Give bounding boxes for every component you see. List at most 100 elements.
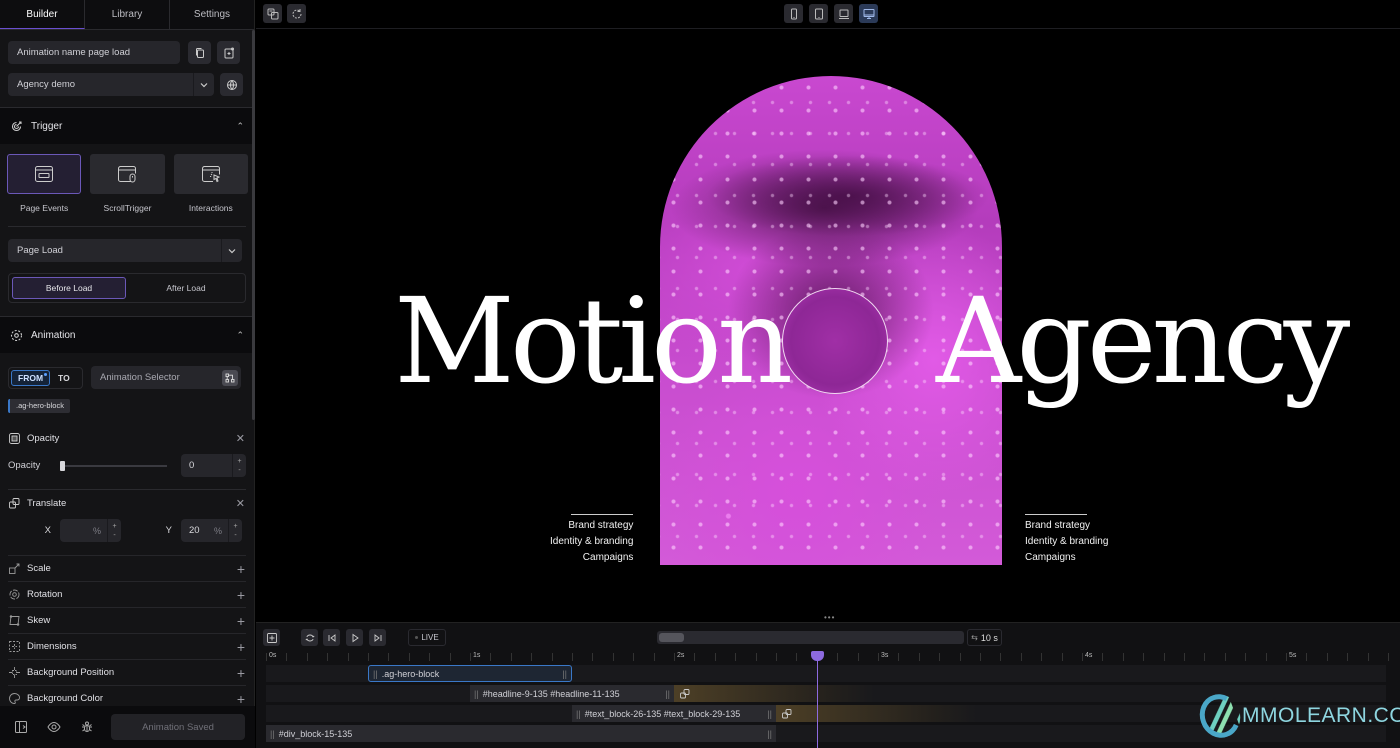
add-icon[interactable]: + (237, 691, 245, 707)
property-scale[interactable]: Scale + (8, 555, 246, 581)
preview-button[interactable] (43, 716, 65, 738)
browser-scroll-icon (118, 166, 137, 183)
service-item: Identity & branding (1025, 536, 1109, 547)
from-option[interactable]: FROM (11, 369, 51, 386)
skip-back-button[interactable] (323, 629, 340, 646)
property-skew[interactable]: Skew + (8, 607, 246, 633)
tab-library[interactable]: Library (85, 0, 170, 29)
playhead[interactable] (810, 651, 824, 748)
timeline-zoom-scrollbar[interactable] (657, 631, 964, 644)
add-icon[interactable]: + (237, 639, 245, 655)
skip-forward-button[interactable] (369, 629, 386, 646)
selector-picker-button[interactable] (222, 369, 238, 386)
add-track-button[interactable] (263, 629, 280, 646)
translate-x-stepper[interactable]: % + - (60, 519, 121, 542)
opacity-icon (9, 433, 20, 444)
add-icon[interactable]: + (237, 613, 245, 629)
increment-icon[interactable]: + (112, 522, 116, 531)
ruler-tick (1102, 653, 1104, 661)
duplicate-button[interactable] (188, 41, 211, 64)
translate-y-value[interactable]: 20 (181, 519, 214, 542)
trigger-interactions[interactable]: Interactions (173, 154, 248, 213)
remove-translate-button[interactable]: ✕ (236, 497, 245, 510)
decrement-icon[interactable]: - (238, 466, 240, 475)
decrement-icon[interactable]: - (234, 531, 236, 540)
project-select[interactable]: Agency demo (8, 73, 214, 96)
clip-start-handle[interactable]: || (270, 729, 275, 739)
live-toggle[interactable]: LIVE (408, 629, 446, 646)
loop-button[interactable] (301, 629, 318, 646)
property-rotation[interactable]: Rotation + (8, 581, 246, 607)
service-item: Identity & branding (550, 536, 634, 547)
ruler-label: 0s (269, 652, 277, 659)
add-icon[interactable]: + (237, 561, 245, 577)
clip-end-handle[interactable]: || (665, 689, 670, 699)
device-laptop[interactable] (834, 4, 853, 23)
timeline-ruler[interactable]: 0s 1s 2s 3s 4s 5s (266, 651, 1396, 663)
translate-x-value[interactable] (60, 519, 93, 542)
ruler-tick (592, 653, 594, 661)
debug-button[interactable] (76, 716, 98, 738)
property-background-position[interactable]: Background Position + (8, 659, 246, 685)
linked-clip-ghost[interactable] (674, 685, 874, 702)
device-tablet[interactable] (809, 4, 828, 23)
opacity-stepper[interactable]: 0 + - (181, 454, 246, 477)
to-option[interactable]: TO (52, 370, 76, 386)
tab-settings[interactable]: Settings (170, 0, 254, 29)
clip-end-handle[interactable]: || (767, 729, 772, 739)
bug-icon (82, 721, 92, 732)
add-icon[interactable]: + (237, 587, 245, 603)
device-desktop[interactable] (859, 4, 878, 23)
selector-chip[interactable]: .ag-hero-block (8, 398, 70, 413)
linked-clip-ghost[interactable] (776, 705, 976, 722)
timeline-resize-handle[interactable]: ••• (824, 613, 835, 622)
timeline-clip[interactable]: || #div_block-15-135 || (266, 725, 776, 742)
timeline-clip[interactable]: || #headline-9-135 #headline-11-135 || (470, 685, 674, 702)
clip-start-handle[interactable]: || (373, 669, 378, 679)
increment-icon[interactable]: + (233, 522, 237, 531)
reset-button[interactable] (287, 4, 306, 23)
opacity-slider-thumb[interactable] (60, 460, 65, 471)
trigger-scrolltrigger[interactable]: ScrollTrigger (90, 154, 165, 213)
global-button[interactable] (220, 73, 243, 96)
trigger-event-select[interactable]: Page Load (8, 239, 242, 262)
timeline-clip[interactable]: || .ag-hero-block || (368, 665, 572, 682)
sidebar-footer: Animation Saved (0, 706, 255, 748)
timeline-clip[interactable]: || #text_block-26-135 #text_block-29-135 |… (572, 705, 776, 722)
playhead-handle[interactable] (810, 651, 824, 661)
animation-saved-button[interactable]: Animation Saved (111, 714, 245, 740)
increment-icon[interactable]: + (237, 457, 241, 466)
ruler-tick (714, 653, 716, 661)
ruler-tick (388, 653, 390, 661)
animation-section-header[interactable]: Animation ⌃ (0, 317, 254, 353)
device-mobile[interactable] (784, 4, 803, 23)
clip-start-handle[interactable]: || (474, 689, 479, 699)
layers-button[interactable] (263, 4, 282, 23)
opacity-value[interactable]: 0 (181, 454, 232, 477)
timeline-zoom-handle[interactable] (659, 633, 684, 642)
panel-toggle-button[interactable] (10, 716, 32, 738)
sidebar-scrollbar[interactable] (252, 30, 255, 420)
before-load-option[interactable]: Before Load (12, 277, 126, 299)
top-toolbar (256, 0, 1400, 29)
opacity-slider[interactable] (60, 460, 167, 471)
clip-end-handle[interactable]: || (562, 669, 567, 679)
animation-selector-input[interactable]: Animation Selector (91, 366, 241, 389)
chevron-up-icon[interactable]: ⌃ (236, 330, 244, 341)
play-button[interactable] (346, 629, 363, 646)
remove-opacity-button[interactable]: ✕ (236, 432, 245, 445)
translate-y-stepper[interactable]: 20 % + - (181, 519, 242, 542)
after-load-option[interactable]: After Load (130, 277, 242, 299)
new-animation-button[interactable] (217, 41, 240, 64)
trigger-page-events[interactable]: Page Events (7, 154, 82, 213)
animation-name-input[interactable]: Animation name page load (8, 41, 180, 64)
duration-field[interactable]: ⇆ 10 s (967, 629, 1002, 646)
add-icon[interactable]: + (237, 665, 245, 681)
property-dimensions[interactable]: Dimensions + (8, 633, 246, 659)
decrement-icon[interactable]: - (113, 531, 115, 540)
chevron-up-icon[interactable]: ⌃ (236, 121, 244, 132)
trigger-section-header[interactable]: Trigger ⌃ (0, 108, 254, 144)
clip-end-handle[interactable]: || (767, 709, 772, 719)
tab-builder[interactable]: Builder (0, 0, 85, 29)
clip-start-handle[interactable]: || (576, 709, 581, 719)
